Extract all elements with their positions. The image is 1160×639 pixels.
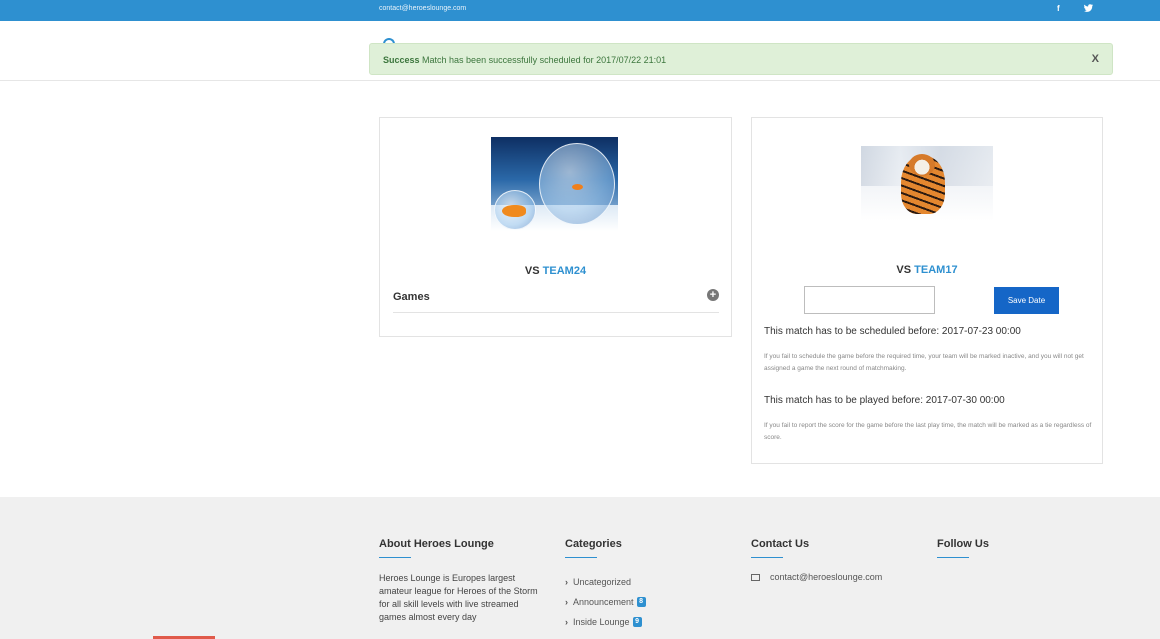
title-underline xyxy=(379,557,411,558)
chevron-right-icon: › xyxy=(565,617,568,627)
alert-text: Match has been successfully scheduled fo… xyxy=(419,55,667,65)
games-label: Games xyxy=(393,291,430,303)
footer-follow-title: Follow Us xyxy=(937,538,989,550)
topbar-email-link[interactable]: contact@heroeslounge.com xyxy=(379,5,466,12)
team-link[interactable]: TEAM24 xyxy=(543,265,586,277)
success-alert: Success Match has been successfully sche… xyxy=(369,43,1113,75)
category-label[interactable]: Inside Lounge xyxy=(573,617,630,627)
contact-email-row: contact@heroeslounge.com xyxy=(751,572,882,582)
games-section: Games + xyxy=(393,289,719,313)
category-count-badge: 8 xyxy=(636,597,646,607)
footer-categories-title: Categories xyxy=(565,538,622,550)
twitter-icon[interactable] xyxy=(1084,4,1093,14)
chevron-right-icon: › xyxy=(565,597,568,607)
save-date-button[interactable]: Save Date xyxy=(994,287,1059,314)
contact-email-link[interactable]: contact@heroeslounge.com xyxy=(770,572,882,582)
envelope-icon xyxy=(751,573,760,581)
footer-follow: Follow Us xyxy=(937,538,989,558)
categories-list: › Uncategorized › Announcement 8 › Insid… xyxy=(565,572,646,632)
play-deadline: This match has to be played before: 2017… xyxy=(764,395,1005,406)
versus-heading: VS TEAM24 xyxy=(380,265,731,277)
category-label[interactable]: Uncategorized xyxy=(573,577,631,587)
category-item[interactable]: › Inside Lounge 9 xyxy=(565,612,646,632)
category-label[interactable]: Announcement xyxy=(573,597,634,607)
category-count-badge: 9 xyxy=(632,617,642,627)
team-link[interactable]: TEAM17 xyxy=(914,264,957,276)
opponent-card-right: VS TEAM17 Save Date This match has to be… xyxy=(751,117,1103,464)
team-logo-fishbowl xyxy=(491,137,618,231)
facebook-icon[interactable]: f xyxy=(1057,4,1060,13)
alert-strong: Success xyxy=(383,55,420,65)
site-footer: About Heroes Lounge Heroes Lounge is Eur… xyxy=(0,497,1160,639)
footer-about-text: Heroes Lounge is Europes largest amateur… xyxy=(379,573,538,622)
title-underline xyxy=(937,557,969,558)
footer-contact: Contact Us contact@heroeslounge.com xyxy=(751,538,882,582)
footer-about-title: About Heroes Lounge xyxy=(379,538,494,550)
team-logo-tiger xyxy=(861,146,993,221)
category-item[interactable]: › Uncategorized xyxy=(565,572,646,592)
schedule-deadline: This match has to be scheduled before: 2… xyxy=(764,326,1021,337)
footer-about: About Heroes Lounge Heroes Lounge is Eur… xyxy=(379,538,539,624)
footer-categories: Categories › Uncategorized › Announcemen… xyxy=(565,538,646,632)
vs-label: VS xyxy=(524,265,540,277)
play-note: If you fail to report the score for the … xyxy=(764,422,1092,441)
vs-label: VS xyxy=(896,264,912,276)
versus-heading: VS TEAM17 xyxy=(752,264,1102,276)
schedule-note: If you fail to schedule the game before … xyxy=(764,353,1084,372)
title-underline xyxy=(751,557,783,558)
alert-message: Success Match has been successfully sche… xyxy=(383,55,666,65)
expand-games-icon[interactable]: + xyxy=(707,289,719,301)
category-item[interactable]: › Announcement 8 xyxy=(565,592,646,612)
top-bar: contact@heroeslounge.com f xyxy=(0,0,1160,21)
footer-contact-title: Contact Us xyxy=(751,538,810,550)
title-underline xyxy=(565,557,597,558)
opponent-card-left: VS TEAM24 Games + xyxy=(379,117,732,337)
alert-close-button[interactable]: X xyxy=(1092,53,1099,65)
chevron-right-icon: › xyxy=(565,577,568,587)
date-input[interactable] xyxy=(804,286,935,314)
